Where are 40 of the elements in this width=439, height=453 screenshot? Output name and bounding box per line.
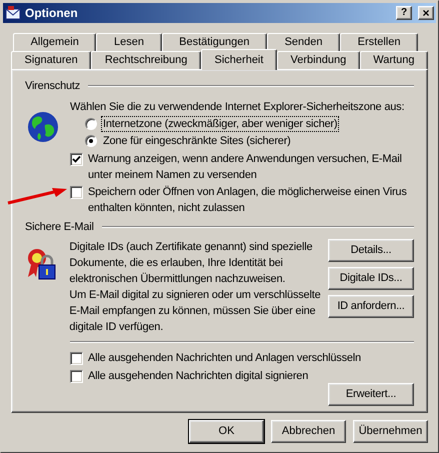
- window-title: Optionen: [25, 5, 79, 22]
- group-title: Virenschutz: [25, 79, 80, 94]
- tab[interactable]: Verbindung: [276, 51, 360, 69]
- checkbox[interactable]: [70, 352, 83, 364]
- envelope-icon: [5, 6, 21, 20]
- checkbox[interactable]: [70, 370, 83, 382]
- checkbox-label[interactable]: Speichern oder Öffnen von Anlagen, die möglicherweise einen Virus enthalten könnten, nicht zulassen: [88, 184, 408, 216]
- dialog-button[interactable]: Digitale IDs...: [328, 267, 414, 290]
- tab[interactable]: Erstellen: [340, 33, 418, 51]
- help-button[interactable]: ?: [396, 6, 412, 20]
- tab[interactable]: Allgemein: [13, 33, 96, 51]
- close-button[interactable]: ×: [418, 6, 434, 20]
- radio-label[interactable]: Internetzone (zweckmäßiger, aber weniger sicher): [102, 117, 338, 131]
- footer-button[interactable]: OK: [189, 420, 264, 443]
- tab[interactable]: Lesen: [96, 33, 162, 51]
- tab[interactable]: Sicherheit: [200, 49, 277, 70]
- footer-button[interactable]: Übernehmen: [353, 420, 428, 443]
- radio-label[interactable]: Zone für eingeschränkte Sites (sicherer): [102, 134, 292, 148]
- tab[interactable]: Wartung: [360, 51, 428, 69]
- radio-button[interactable]: [85, 135, 97, 147]
- tab[interactable]: Signaturen: [11, 51, 92, 69]
- dialog-button[interactable]: Details...: [328, 239, 414, 262]
- info-paragraph: Um E-Mail digital zu signieren oder um verschlüsselte E-Mail empfangen zu können, müssen Sie über eine digitale ID verfügen.: [69, 288, 322, 335]
- checkbox[interactable]: [70, 186, 83, 198]
- globe-icon: [27, 110, 59, 142]
- tab[interactable]: Senden: [267, 33, 340, 51]
- dialog-button[interactable]: ID anfordern...: [328, 295, 414, 318]
- checkbox-label[interactable]: Warnung anzeigen, wenn andere Anwendungen versuchen, E-Mail unter meinem Namen zu versenden: [88, 150, 408, 182]
- check-icon: [72, 154, 81, 164]
- tab[interactable]: Rechtschreibung: [91, 51, 201, 69]
- group-title: Sichere E-Mail: [25, 220, 94, 234]
- advanced-button[interactable]: Erweitert...: [328, 383, 414, 406]
- radio-button[interactable]: [85, 118, 97, 130]
- zone-prompt: Wählen Sie die zu verwendende Internet Explorer-Sicherheitszone aus:: [70, 100, 406, 114]
- checkbox-label[interactable]: Alle ausgehenden Nachrichten digital signieren: [88, 369, 308, 383]
- checkbox[interactable]: [70, 152, 83, 166]
- checkbox-label[interactable]: Alle ausgehenden Nachrichten und Anlagen verschlüsseln: [88, 351, 361, 365]
- tab[interactable]: Bestätigungen: [162, 33, 268, 51]
- footer-button[interactable]: Abbrechen: [271, 420, 346, 443]
- info-paragraph: Digitale IDs (auch Zertifikate genannt) sind spezielle Dokumente, die es erlauben, Ihre Identität bei elektronischen Übermittlungen nachzuweisen.: [69, 240, 314, 287]
